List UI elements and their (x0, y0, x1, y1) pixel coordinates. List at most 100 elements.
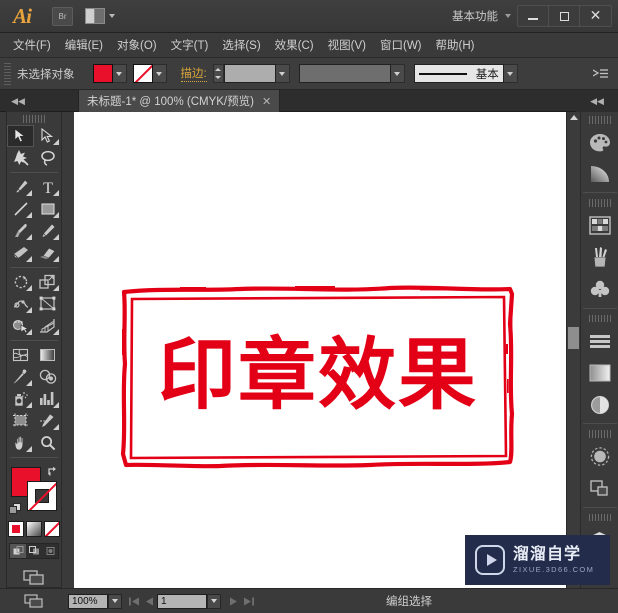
width-tool[interactable] (7, 293, 34, 315)
brush-definition-input[interactable]: 基本 (413, 64, 504, 83)
document-tab[interactable]: 未标题-1* @ 100% (CMYK/预览) ✕ (78, 90, 281, 112)
document-canvas[interactable]: 印章效果 (74, 112, 580, 588)
swap-fill-stroke-icon[interactable] (47, 465, 60, 481)
fill-color-control[interactable] (92, 64, 127, 83)
selection-tool[interactable] (7, 124, 34, 147)
menu-object[interactable]: 对象(O) (110, 34, 164, 56)
stroke-weight-stepper[interactable] (212, 64, 224, 83)
swatches-panel-icon[interactable] (583, 210, 617, 242)
eraser-tool[interactable] (34, 242, 61, 264)
close-button[interactable]: ✕ (580, 6, 611, 26)
stroke-weight-dropdown[interactable] (275, 64, 290, 83)
pencil-tool[interactable] (34, 220, 61, 242)
canvas-vertical-scrollbar[interactable] (566, 112, 580, 588)
zoom-level-input[interactable]: 100% (68, 593, 108, 609)
variable-width-profile-dropdown[interactable] (390, 64, 405, 83)
align-panel-icon[interactable] (583, 325, 617, 357)
artboard-number-dropdown[interactable] (207, 593, 221, 609)
color-mode-none[interactable] (44, 521, 60, 538)
lasso-tool[interactable] (34, 147, 61, 169)
rotate-tool[interactable] (7, 271, 34, 293)
scroll-up-icon[interactable] (570, 115, 578, 120)
direct-selection-tool[interactable] (34, 125, 61, 147)
pathfinder-panel-icon[interactable] (583, 473, 617, 505)
graphic-styles-panel-icon[interactable] (583, 441, 617, 473)
color-mode-gradient[interactable] (26, 521, 42, 538)
paintbrush-tool[interactable] (7, 220, 34, 242)
menu-effect[interactable]: 效果(C) (268, 34, 321, 56)
workspace-switcher[interactable]: 基本功能 (452, 8, 511, 24)
slice-tool[interactable] (34, 410, 61, 432)
menu-file[interactable]: 文件(F) (6, 34, 58, 56)
magic-wand-tool[interactable] (7, 147, 34, 169)
gradient-panel-icon[interactable] (583, 158, 617, 190)
brush-definition-dropdown[interactable] (503, 64, 518, 83)
dock-group-grip[interactable] (588, 513, 611, 522)
column-graph-tool[interactable] (34, 388, 61, 410)
screen-mode-button[interactable] (21, 567, 47, 587)
color-mode-solid[interactable] (8, 521, 24, 538)
default-fill-stroke-icon[interactable] (9, 503, 22, 516)
stroke-weight-label[interactable]: 描边: (180, 65, 207, 82)
artboard-tool[interactable] (7, 410, 34, 432)
first-artboard-button[interactable] (127, 594, 142, 609)
control-panel-menu-button[interactable] (593, 67, 609, 80)
line-segment-tool[interactable] (7, 198, 34, 220)
appearance-panel-icon[interactable] (583, 389, 617, 421)
tools-panel-grip[interactable] (23, 115, 45, 123)
toolbar-stroke-swatch-none[interactable] (27, 480, 57, 511)
prev-artboard-button[interactable] (142, 594, 157, 609)
close-icon[interactable]: ✕ (262, 95, 271, 108)
next-artboard-button[interactable] (226, 594, 241, 609)
bridge-button[interactable]: Br (52, 6, 73, 26)
stamp-artwork[interactable]: 印章效果 (120, 284, 516, 470)
stroke-color-control[interactable] (132, 64, 167, 83)
dock-group-grip[interactable] (588, 199, 611, 207)
free-transform-tool[interactable] (34, 293, 61, 315)
blob-brush-tool[interactable] (7, 242, 34, 264)
dock-group-grip[interactable] (588, 314, 611, 323)
perspective-grid-tool[interactable] (34, 315, 61, 337)
stroke-weight-input[interactable] (223, 64, 276, 83)
menu-window[interactable]: 窗口(W) (373, 34, 429, 56)
control-panel-grip[interactable] (4, 62, 11, 85)
transparency-panel-icon[interactable] (583, 357, 617, 389)
blend-tool[interactable] (34, 366, 61, 388)
collapse-left-panel-button[interactable]: ◀◀ (6, 90, 30, 112)
brushes-panel-icon[interactable] (583, 242, 617, 274)
artboard[interactable]: 印章效果 (74, 112, 566, 588)
menu-help[interactable]: 帮助(H) (429, 34, 482, 56)
mesh-tool[interactable] (7, 344, 34, 366)
color-panel-icon[interactable] (583, 127, 617, 159)
scale-tool[interactable] (34, 271, 61, 293)
last-artboard-button[interactable] (241, 594, 256, 609)
menu-edit[interactable]: 编辑(E) (58, 34, 110, 56)
dock-group-grip[interactable] (588, 116, 611, 124)
variable-width-profile-input[interactable] (298, 64, 391, 83)
collapse-right-dock-button[interactable]: ◀◀ (576, 90, 618, 112)
pen-tool[interactable] (7, 176, 34, 198)
stroke-swatch-none[interactable] (132, 64, 153, 83)
draw-normal-mode[interactable] (10, 544, 26, 559)
type-tool[interactable]: T (34, 176, 61, 198)
stroke-dropdown-button[interactable] (152, 64, 167, 83)
minimize-button[interactable] (518, 6, 549, 26)
menu-type[interactable]: 文字(T) (164, 34, 216, 56)
rectangle-tool[interactable] (34, 198, 61, 220)
zoom-tool[interactable] (34, 432, 61, 454)
maximize-button[interactable] (549, 6, 580, 26)
symbol-sprayer-tool[interactable] (7, 388, 34, 410)
artboard-number-input[interactable]: 1 (157, 593, 207, 609)
eyedropper-tool[interactable] (7, 366, 34, 388)
gradient-tool[interactable] (34, 344, 61, 366)
symbols-panel-icon[interactable] (583, 274, 617, 306)
draw-behind-mode[interactable] (26, 544, 42, 558)
draw-inside-mode[interactable] (42, 544, 58, 558)
hand-tool[interactable] (7, 432, 34, 454)
fill-swatch[interactable] (92, 64, 113, 83)
zoom-level-dropdown[interactable] (108, 593, 122, 609)
menu-view[interactable]: 视图(V) (321, 34, 373, 56)
menu-select[interactable]: 选择(S) (215, 34, 267, 56)
fill-dropdown-button[interactable] (112, 64, 127, 83)
shape-builder-tool[interactable] (7, 315, 34, 337)
